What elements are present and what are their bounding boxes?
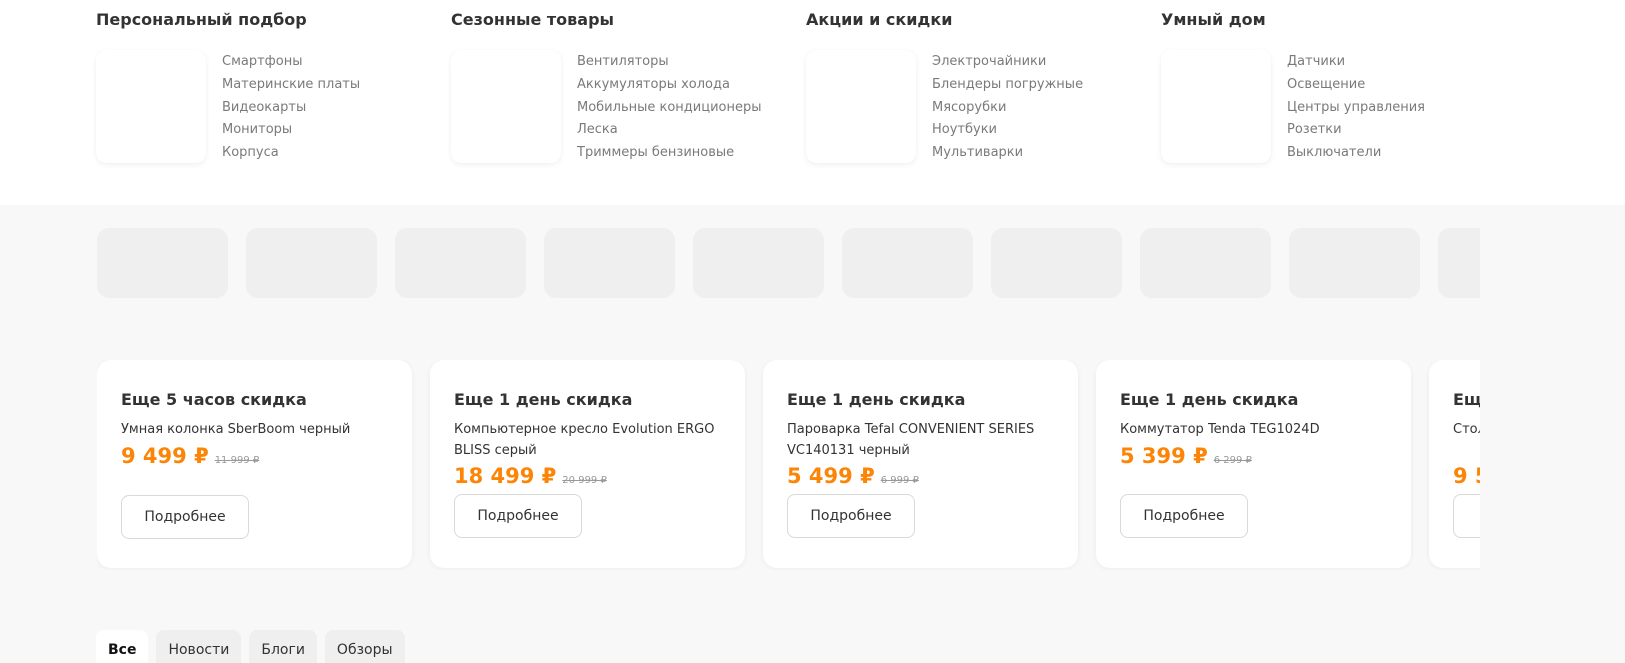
- deal-card[interactable]: Еще 1 день скидка Компьютерное кресло Ev…: [430, 360, 745, 568]
- category-link[interactable]: Леска: [577, 119, 762, 142]
- placeholder-tile[interactable]: [1140, 228, 1271, 298]
- category-title[interactable]: Акции и скидки: [806, 10, 952, 29]
- deal-timer: Еще 1 день скидка: [454, 390, 633, 409]
- category-link[interactable]: Мясорубки: [932, 97, 1083, 120]
- deal-timer: Еще: [1453, 390, 1480, 409]
- category-title[interactable]: Персональный подбор: [96, 10, 307, 29]
- category-section: Персональный подбор Смартфоны Матерински…: [0, 0, 1625, 205]
- category-image[interactable]: [806, 50, 916, 163]
- category-links: Датчики Освещение Центры управления Розе…: [1287, 51, 1425, 165]
- placeholder-tile[interactable]: [842, 228, 973, 298]
- category-link[interactable]: Розетки: [1287, 119, 1425, 142]
- deal-product-name[interactable]: Пароварка Tefal CONVENIENT SERIES VC1401…: [787, 420, 1055, 461]
- category-link[interactable]: Вентиляторы: [577, 51, 762, 74]
- deal-details-button[interactable]: Подробнее: [121, 495, 249, 539]
- deal-details-button[interactable]: Подробнее: [454, 494, 582, 538]
- deal-price: 9 499 ₽: [121, 444, 209, 468]
- deal-details-button[interactable]: Подробнее: [787, 494, 915, 538]
- deals-carousel: Еще 5 часов скидка Умная колонка SberBoo…: [97, 360, 1480, 570]
- deal-price: 5 399 ₽: [1120, 444, 1208, 468]
- category-title[interactable]: Сезонные товары: [451, 10, 614, 29]
- deal-timer: Еще 1 день скидка: [787, 390, 966, 409]
- deal-timer: Еще 1 день скидка: [1120, 390, 1299, 409]
- deal-price: 18 499 ₽: [454, 464, 557, 488]
- category-promotions: Акции и скидки Электрочайники Блендеры п…: [806, 0, 1136, 180]
- tab-blogs[interactable]: Блоги: [249, 630, 317, 663]
- deal-product-name[interactable]: Компьютерное кресло Evolution ERGO BLISS…: [454, 420, 722, 461]
- deal-details-button[interactable]: Подробнее: [1120, 494, 1248, 538]
- deal-price-row: 18 499 ₽ 20 999 ₽: [454, 464, 607, 488]
- page: Персональный подбор Смартфоны Матерински…: [0, 0, 1625, 663]
- category-smart-home: Умный дом Датчики Освещение Центры управ…: [1161, 0, 1491, 180]
- category-link[interactable]: Электрочайники: [932, 51, 1083, 74]
- category-image[interactable]: [451, 50, 561, 163]
- category-links: Электрочайники Блендеры погружные Мясору…: [932, 51, 1083, 165]
- deal-product-name[interactable]: Коммутатор Tenda TEG1024D: [1120, 420, 1388, 441]
- deal-price-row: 5 499 ₽ 6 999 ₽: [787, 464, 919, 488]
- deal-details-button[interactable]: П: [1453, 494, 1480, 538]
- placeholder-tile[interactable]: [395, 228, 526, 298]
- category-link[interactable]: Ноутбуки: [932, 119, 1083, 142]
- category-link[interactable]: Центры управления: [1287, 97, 1425, 120]
- category-link[interactable]: Корпуса: [222, 142, 360, 165]
- deal-old-price: 11 999 ₽: [214, 455, 260, 466]
- placeholder-tile[interactable]: [544, 228, 675, 298]
- deal-card[interactable]: Еще 1 день скидка Пароварка Tefal CONVEN…: [763, 360, 1078, 568]
- category-link[interactable]: Выключатели: [1287, 142, 1425, 165]
- category-link[interactable]: Освещение: [1287, 74, 1425, 97]
- category-image[interactable]: [96, 50, 206, 163]
- category-link[interactable]: Мобильные кондиционеры: [577, 97, 762, 120]
- placeholder-tile-strip: [97, 228, 1480, 298]
- deal-price: 5 499 ₽: [787, 464, 875, 488]
- category-link[interactable]: Датчики: [1287, 51, 1425, 74]
- category-image[interactable]: [1161, 50, 1271, 163]
- placeholder-tile[interactable]: [1438, 228, 1480, 298]
- placeholder-tile[interactable]: [1289, 228, 1420, 298]
- deal-old-price: 6 299 ₽: [1213, 455, 1252, 466]
- category-links: Смартфоны Материнские платы Видеокарты М…: [222, 51, 360, 165]
- category-link[interactable]: Смартфоны: [222, 51, 360, 74]
- category-link[interactable]: Аккумуляторы холода: [577, 74, 762, 97]
- deal-price-row: 9 5: [1453, 464, 1480, 488]
- category-link[interactable]: Материнские платы: [222, 74, 360, 97]
- category-link[interactable]: Мониторы: [222, 119, 360, 142]
- category-link[interactable]: Триммеры бензиновые: [577, 142, 762, 165]
- placeholder-tile[interactable]: [97, 228, 228, 298]
- tab-all[interactable]: Все: [96, 630, 149, 663]
- placeholder-tile[interactable]: [693, 228, 824, 298]
- deal-old-price: 20 999 ₽: [562, 475, 607, 486]
- tab-reviews[interactable]: Обзоры: [324, 630, 405, 663]
- deal-card[interactable]: Еще Стол черн 9 5 П: [1429, 360, 1480, 568]
- deal-old-price: 6 999 ₽: [880, 475, 919, 486]
- deal-card[interactable]: Еще 1 день скидка Коммутатор Tenda TEG10…: [1096, 360, 1411, 568]
- deal-card[interactable]: Еще 5 часов скидка Умная колонка SberBoo…: [97, 360, 412, 568]
- category-links: Вентиляторы Аккумуляторы холода Мобильны…: [577, 51, 762, 165]
- deal-price: 9 5: [1453, 464, 1480, 488]
- category-link[interactable]: Мультиварки: [932, 142, 1083, 165]
- content-filter-tabs: Все Новости Блоги Обзоры: [96, 630, 405, 663]
- category-seasonal-goods: Сезонные товары Вентиляторы Аккумуляторы…: [451, 0, 781, 180]
- placeholder-tile[interactable]: [991, 228, 1122, 298]
- category-link[interactable]: Блендеры погружные: [932, 74, 1083, 97]
- placeholder-tile[interactable]: [246, 228, 377, 298]
- deal-price-row: 5 399 ₽ 6 299 ₽: [1120, 444, 1252, 468]
- deal-product-name[interactable]: Стол черн: [1453, 420, 1480, 441]
- category-link[interactable]: Видеокарты: [222, 97, 360, 120]
- category-title[interactable]: Умный дом: [1161, 10, 1266, 29]
- tab-news[interactable]: Новости: [156, 630, 242, 663]
- category-personal-selection: Персональный подбор Смартфоны Матерински…: [96, 0, 426, 180]
- deal-price-row: 9 499 ₽ 11 999 ₽: [121, 444, 259, 468]
- deal-timer: Еще 5 часов скидка: [121, 390, 307, 409]
- deal-product-name[interactable]: Умная колонка SberBoom черный: [121, 420, 389, 441]
